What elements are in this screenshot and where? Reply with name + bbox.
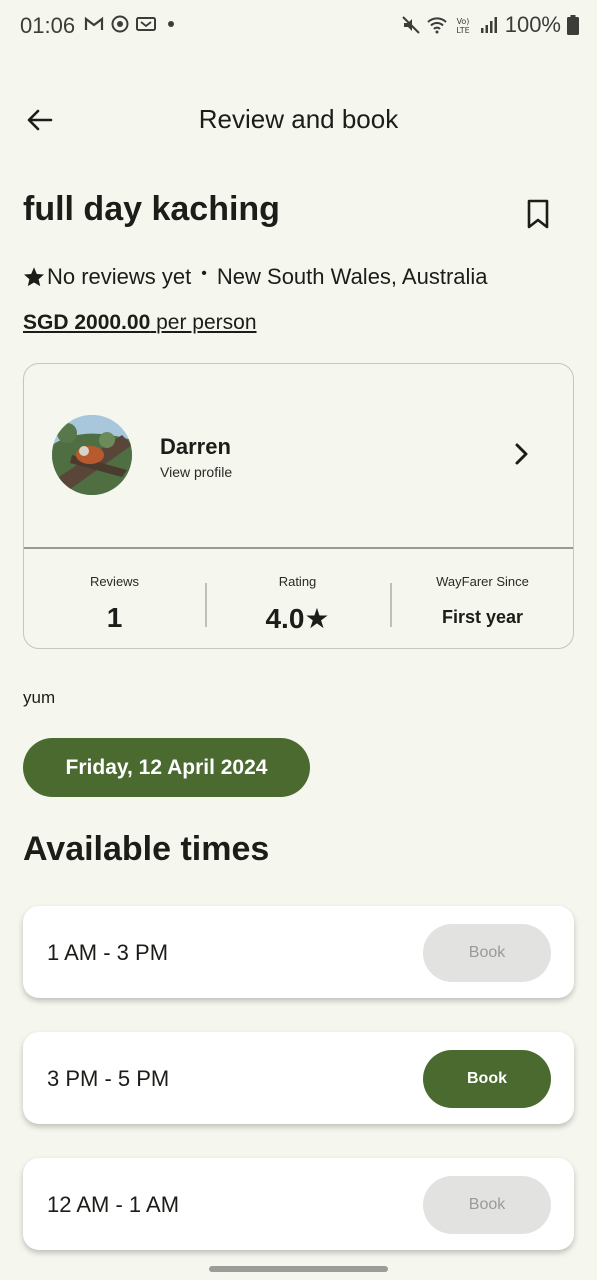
- review-and-book-screen: 01:06 Vo) LTE 100% Review and book full d…: [0, 0, 597, 1280]
- listing-description: yum: [23, 688, 56, 707]
- wifi-icon: [427, 17, 447, 34]
- status-time: 01:06: [20, 13, 76, 38]
- system-icons: Vo) LTE 100%: [401, 12, 579, 38]
- stat-reviews-value: 1: [106, 602, 123, 633]
- stat-reviews-label: Reviews: [89, 574, 140, 589]
- price-unit: per person: [156, 311, 257, 334]
- top-app-bar: Review and book: [0, 90, 597, 150]
- listing-title: full day kaching: [23, 190, 280, 228]
- signal-icon: [480, 17, 497, 33]
- host-avatar: [52, 415, 132, 495]
- time-slot-card: 1 AM - 3 PM Book: [23, 906, 574, 998]
- stat-rating: Rating 4.0★: [207, 549, 388, 649]
- host-card: Darren View profile Reviews 1 Rating 4.0…: [23, 363, 574, 649]
- stat-since-value: First year: [441, 607, 524, 627]
- home-indicator[interactable]: [209, 1266, 388, 1272]
- stat-since: WayFarer Since First year: [392, 549, 573, 649]
- battery-icon: [567, 15, 579, 35]
- time-slot-label: 3 PM - 5 PM: [47, 1066, 170, 1091]
- listing-meta: No reviews yet • New South Wales, Austra…: [23, 264, 488, 290]
- status-bar: 01:06 Vo) LTE 100%: [0, 0, 597, 54]
- stat-reviews: Reviews 1: [24, 549, 205, 649]
- notification-icons: [84, 14, 174, 34]
- book-button[interactable]: Book: [423, 1050, 551, 1108]
- date-selector-button[interactable]: Friday, 12 April 2024: [23, 738, 310, 797]
- volte-icon: Vo)LTE: [456, 17, 469, 35]
- star-icon: [24, 267, 44, 287]
- battery-percent: 100%: [504, 12, 561, 37]
- time-slot-label: 1 AM - 3 PM: [47, 940, 169, 965]
- svg-text:Vo): Vo): [456, 17, 469, 26]
- reviews-status: No reviews yet: [47, 264, 192, 289]
- gmail-icon: [84, 16, 104, 30]
- page-title: Review and book: [198, 104, 399, 134]
- stat-rating-label: Rating: [278, 574, 317, 589]
- host-profile-row[interactable]: Darren View profile: [24, 364, 573, 548]
- voicemail-icon: [136, 17, 156, 31]
- location-text: New South Wales, Australia: [216, 264, 488, 289]
- more-notifications-dot: [168, 21, 174, 27]
- host-stats: Reviews 1 Rating 4.0★ WayFarer Since Fir…: [24, 549, 573, 649]
- svg-text:LTE: LTE: [456, 26, 469, 35]
- section-title: Available times: [23, 830, 270, 868]
- meta-separator: •: [201, 265, 207, 282]
- book-button[interactable]: Book: [423, 924, 551, 982]
- price-link[interactable]: SGD 2000.00 per person: [23, 311, 257, 335]
- stat-since-label: WayFarer Since: [436, 574, 529, 589]
- time-slot-card: 3 PM - 5 PM Book: [23, 1032, 574, 1124]
- book-button[interactable]: Book: [423, 1176, 551, 1234]
- bookmark-icon: [527, 199, 549, 229]
- bookmark-button[interactable]: [520, 196, 556, 232]
- view-profile-link[interactable]: View profile: [160, 464, 232, 480]
- price-amount: SGD 2000.00: [23, 311, 151, 334]
- chevron-right-icon[interactable]: [508, 440, 536, 468]
- stat-rating-value: 4.0★: [265, 603, 330, 634]
- time-slot-label: 12 AM - 1 AM: [47, 1192, 180, 1217]
- mute-icon: [402, 16, 420, 34]
- time-slot-card: 12 AM - 1 AM Book: [23, 1158, 574, 1250]
- host-name: Darren: [160, 434, 231, 459]
- sync-icon: [111, 15, 129, 33]
